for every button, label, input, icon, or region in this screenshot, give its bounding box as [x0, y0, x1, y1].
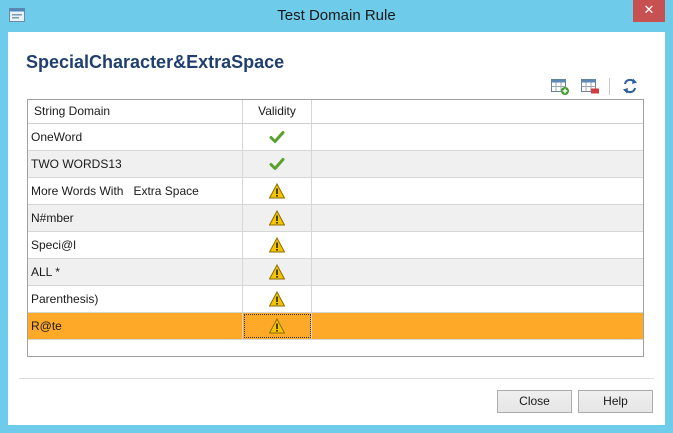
empty-cell [312, 205, 643, 231]
string-domain-cell[interactable]: R@te [28, 313, 243, 339]
validity-cell[interactable] [243, 286, 312, 312]
column-header-empty [312, 100, 643, 123]
warning-icon [269, 264, 285, 280]
add-row-icon[interactable] [550, 76, 570, 96]
warning-icon [269, 318, 285, 334]
test-values-grid[interactable]: String Domain Validity OneWord TWO WORDS1… [27, 99, 644, 357]
grid-header: String Domain Validity [28, 100, 643, 124]
warning-icon [269, 237, 285, 253]
empty-cell [312, 178, 643, 204]
table-row[interactable]: More Words With Extra Space [28, 178, 643, 205]
test-domain-rule-dialog: Test Domain Rule ✕ SpecialCharacter&Extr… [0, 0, 673, 433]
table-row[interactable]: OneWord [28, 124, 643, 151]
validity-cell[interactable] [243, 205, 312, 231]
validity-cell[interactable] [243, 178, 312, 204]
warning-icon [269, 210, 285, 226]
column-header-string-domain[interactable]: String Domain [28, 100, 243, 123]
string-domain-cell[interactable]: Parenthesis) [28, 286, 243, 312]
empty-cell [312, 151, 643, 177]
valid-check-icon [269, 158, 285, 170]
delete-row-icon[interactable] [580, 76, 600, 96]
string-domain-cell[interactable]: OneWord [28, 124, 243, 150]
validity-cell[interactable] [243, 232, 312, 258]
window-close-button[interactable]: ✕ [633, 0, 665, 22]
string-domain-cell[interactable]: ALL * [28, 259, 243, 285]
table-row[interactable]: Speci@l [28, 232, 643, 259]
refresh-icon[interactable] [620, 76, 640, 96]
dialog-body: SpecialCharacter&ExtraSpace String Domai… [8, 32, 665, 425]
warning-icon [269, 183, 285, 199]
empty-cell [312, 286, 643, 312]
toolbar-separator [609, 78, 610, 95]
string-domain-cell[interactable]: TWO WORDS13 [28, 151, 243, 177]
string-domain-cell[interactable]: N#mber [28, 205, 243, 231]
empty-cell [312, 313, 643, 339]
validity-cell[interactable] [243, 259, 312, 285]
empty-cell [312, 232, 643, 258]
empty-cell [312, 124, 643, 150]
window-title: Test Domain Rule [277, 7, 396, 24]
table-row[interactable]: ALL * [28, 259, 643, 286]
close-button[interactable]: Close [497, 390, 572, 413]
table-row[interactable]: R@te [28, 313, 643, 340]
table-row[interactable]: TWO WORDS13 [28, 151, 643, 178]
table-row[interactable]: N#mber [28, 205, 643, 232]
help-button[interactable]: Help [578, 390, 653, 413]
warning-icon [269, 291, 285, 307]
empty-cell [312, 259, 643, 285]
title-bar[interactable]: Test Domain Rule ✕ [0, 0, 673, 32]
close-icon: ✕ [643, 3, 655, 18]
string-domain-cell[interactable]: More Words With Extra Space [28, 178, 243, 204]
footer-divider [19, 378, 654, 379]
valid-check-icon [269, 131, 285, 143]
string-domain-cell[interactable]: Speci@l [28, 232, 243, 258]
table-row[interactable]: Parenthesis) [28, 286, 643, 313]
rule-name-heading: SpecialCharacter&ExtraSpace [26, 52, 285, 72]
validity-cell[interactable] [243, 151, 312, 177]
column-header-validity[interactable]: Validity [243, 100, 312, 123]
validity-cell[interactable] [243, 124, 312, 150]
validity-cell[interactable] [243, 313, 312, 339]
